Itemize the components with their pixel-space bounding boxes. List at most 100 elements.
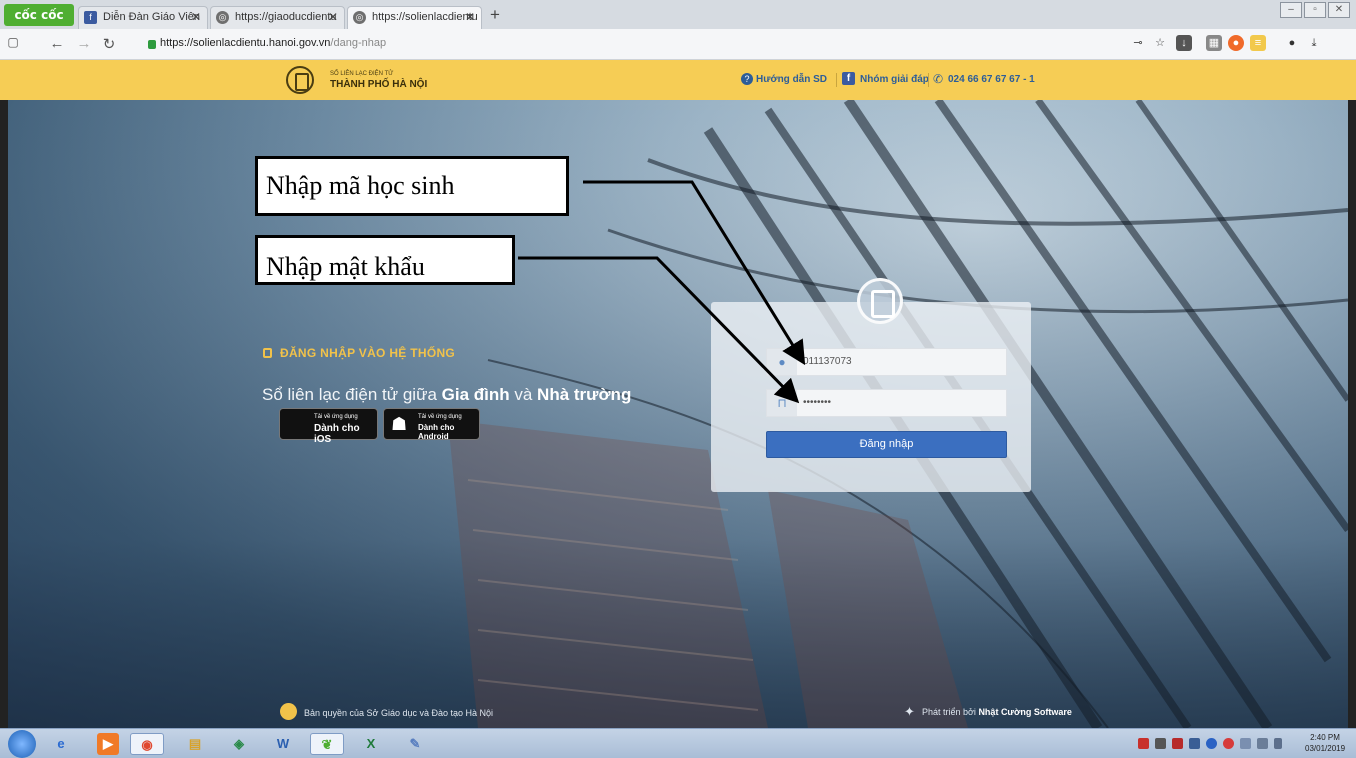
- screen: cốc cốc f Diễn Đàn Giáo Viên ✕ ◎ https:/…: [0, 0, 1356, 758]
- close-window-button[interactable]: ✕: [1328, 2, 1350, 18]
- folder-icon[interactable]: ▤: [178, 733, 212, 755]
- window-controls: – ▫ ✕: [1280, 2, 1350, 18]
- profile-icon[interactable]: ●: [1284, 35, 1300, 51]
- app-icon[interactable]: ◈: [222, 733, 256, 755]
- tagline: Sổ liên lạc điện tử giữa Gia đình và Nhà…: [262, 385, 631, 405]
- android-download-button[interactable]: ☗ Tải về ứng dụng Dành cho Android: [383, 408, 480, 441]
- word-icon[interactable]: W: [266, 733, 300, 755]
- tray-icon[interactable]: [1155, 738, 1166, 749]
- sidebar-toggle-icon[interactable]: ▢: [4, 35, 22, 49]
- clock-date: 03/01/2019: [1305, 744, 1346, 753]
- back-button[interactable]: ←: [48, 35, 66, 52]
- tagline-family: Gia đình: [441, 385, 510, 404]
- maximize-button[interactable]: ▫: [1304, 2, 1326, 18]
- tab-giaoducdientu[interactable]: ◎ https://giaoducdientu ✕: [210, 6, 345, 29]
- facebook-icon: f: [84, 11, 97, 24]
- key-icon[interactable]: ⊸: [1130, 35, 1146, 51]
- phone-icon: ✆: [933, 72, 944, 86]
- login-heading: ĐĂNG NHẬP VÀO HỆ THỐNG: [280, 346, 456, 360]
- help-link[interactable]: Hướng dẫn SD: [756, 74, 827, 85]
- site-header: SỔ LIÊN LẠC ĐIỆN TỬ THÀNH PHỐ HÀ NỘI ? H…: [0, 60, 1356, 100]
- password-annotation: Nhập mật khẩu: [255, 235, 515, 285]
- url-host: https://solienlacdientu.hanoi.gov.vn: [160, 37, 331, 49]
- tray-icon[interactable]: [1206, 738, 1217, 749]
- copyright-logo-icon: [280, 703, 297, 720]
- hanoi-emblem-icon: [286, 66, 314, 94]
- android-line2: Dành cho Android: [418, 423, 455, 441]
- taskbar-clock[interactable]: 2:40 PM 03/01/2019: [1305, 732, 1345, 754]
- facebook-icon: f: [842, 72, 855, 85]
- start-button[interactable]: [8, 730, 36, 758]
- ios-download-button[interactable]: Tải về ứng dụng Dành cho iOS: [279, 408, 378, 445]
- window-border: [0, 100, 8, 728]
- window-border: [1348, 100, 1356, 728]
- coccoc-logo[interactable]: cốc cốc: [4, 4, 74, 26]
- tray-icon[interactable]: [1223, 738, 1234, 749]
- developer-prefix: Phát triển bởi: [922, 707, 979, 717]
- minimize-button[interactable]: –: [1280, 2, 1302, 18]
- close-icon[interactable]: ✕: [465, 7, 475, 28]
- lock-icon: [263, 348, 272, 358]
- download-icon[interactable]: ↓: [1176, 35, 1192, 51]
- tagline-school: Nhà trường: [537, 385, 632, 404]
- unlock-icon: ⊓: [767, 390, 797, 416]
- forward-button[interactable]: →: [75, 35, 93, 52]
- site-title: THÀNH PHỐ HÀ NỘI: [330, 79, 428, 90]
- password-field[interactable]: ⊓: [766, 389, 1007, 417]
- browser-tab-bar: cốc cốc f Diễn Đàn Giáo Viên ✕ ◎ https:/…: [0, 0, 1356, 29]
- tab-solienlacdientu[interactable]: ◎ https://solienlacdientu ✕: [347, 6, 482, 29]
- divider: [836, 73, 837, 87]
- extension-icon[interactable]: ●: [1228, 35, 1244, 51]
- android-line1: Tải về ứng dụng: [418, 414, 462, 420]
- student-id-input[interactable]: [803, 356, 993, 367]
- excel-icon[interactable]: X: [354, 733, 388, 755]
- login-button[interactable]: Đăng nhập: [766, 431, 1007, 458]
- volume-icon[interactable]: [1274, 738, 1282, 749]
- close-icon[interactable]: ✕: [191, 7, 201, 28]
- divider: [928, 73, 929, 87]
- password-input[interactable]: [803, 397, 993, 408]
- new-tab-button[interactable]: +: [490, 5, 500, 25]
- tray-icon[interactable]: [1189, 738, 1200, 749]
- url-path: /dang-nhap: [330, 37, 387, 49]
- chrome-icon[interactable]: ◉: [130, 733, 164, 755]
- reload-button[interactable]: ↻: [100, 35, 118, 53]
- extension-icon[interactable]: ▦: [1206, 35, 1222, 51]
- tab-label: Diễn Đàn Giáo Viên: [103, 11, 201, 23]
- site-subtitle: SỔ LIÊN LẠC ĐIỆN TỬ: [330, 71, 394, 77]
- user-icon: ●: [767, 349, 797, 375]
- group-link[interactable]: Nhóm giải đáp: [860, 74, 929, 85]
- extension-icon[interactable]: ≡: [1250, 35, 1266, 51]
- close-icon[interactable]: ✕: [328, 7, 338, 28]
- clock-time: 2:40 PM: [1310, 733, 1340, 742]
- tab-label: https://giaoducdientu: [235, 11, 337, 23]
- url-field[interactable]: https://solienlacdientu.hanoi.gov.vn/dan…: [160, 37, 386, 49]
- globe-icon: ◎: [353, 11, 366, 24]
- taskbar: e ▶ ◉ ▤ ◈ W ❦ X ✎ 2:40 PM 03/01/2019: [0, 728, 1356, 758]
- tray-icon[interactable]: [1240, 738, 1251, 749]
- tray-icon[interactable]: [1138, 738, 1149, 749]
- tab-dien-dan[interactable]: f Diễn Đàn Giáo Viên ✕: [78, 6, 208, 29]
- coccoc-icon[interactable]: ❦: [310, 733, 344, 755]
- paint-icon[interactable]: ✎: [398, 733, 432, 755]
- download-arrow-icon[interactable]: ⤓: [1306, 35, 1322, 51]
- tab-label: https://solienlacdientu: [372, 11, 478, 23]
- media-player-icon[interactable]: ▶: [97, 733, 119, 755]
- student-id-field[interactable]: ●: [766, 348, 1007, 376]
- question-icon: ?: [741, 73, 753, 85]
- hotline-number[interactable]: 024 66 67 67 67 - 1: [948, 74, 1035, 85]
- developer-logo-icon: ✦: [904, 704, 915, 719]
- globe-icon: ◎: [216, 11, 229, 24]
- star-icon[interactable]: ☆: [1152, 35, 1168, 51]
- tagline-and: và: [509, 385, 538, 404]
- network-icon[interactable]: [1257, 738, 1268, 749]
- ios-line1: Tải về ứng dụng: [314, 414, 358, 420]
- developer-text: Phát triển bởi Nhật Cường Software: [922, 707, 1072, 717]
- developer-name: Nhật Cường Software: [978, 707, 1072, 717]
- student-id-annotation: Nhập mã học sinh: [255, 156, 569, 216]
- address-bar: ▢ ← → ↻ https://solienlacdientu.hanoi.go…: [0, 29, 1356, 60]
- tray-icon[interactable]: [1172, 738, 1183, 749]
- ie-icon[interactable]: e: [44, 733, 78, 755]
- ios-line2: Dành cho iOS: [314, 423, 360, 445]
- hanoi-emblem-icon: [857, 278, 903, 324]
